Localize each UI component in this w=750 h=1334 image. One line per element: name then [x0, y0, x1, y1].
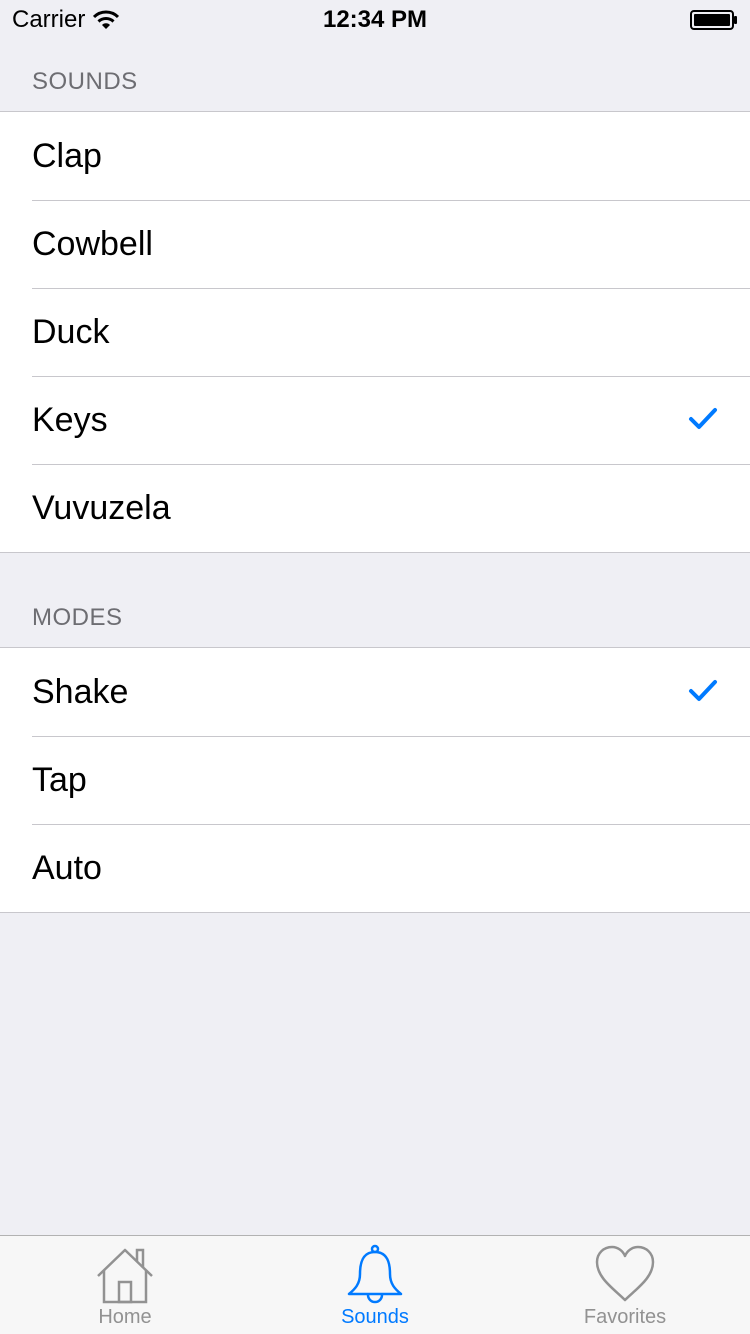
sounds-group: Clap Cowbell Duck Keys Vuvuzela	[0, 111, 750, 553]
row-label: Vuvuzela	[32, 488, 171, 527]
row-label: Shake	[32, 672, 129, 711]
sound-row-keys[interactable]: Keys	[0, 376, 750, 464]
status-time: 12:34 PM	[322, 6, 428, 33]
tab-label: Sounds	[341, 1306, 409, 1328]
sound-row-clap[interactable]: Clap	[0, 112, 750, 200]
tab-label: Home	[98, 1306, 152, 1328]
sound-row-cowbell[interactable]: Cowbell	[0, 200, 750, 288]
tab-sounds[interactable]: Sounds	[250, 1236, 500, 1334]
tab-home[interactable]: Home	[0, 1236, 250, 1334]
bell-icon	[347, 1244, 403, 1304]
modes-section-header: MODES	[32, 604, 123, 631]
row-label: Duck	[32, 312, 110, 351]
row-label: Cowbell	[32, 224, 153, 263]
sound-row-vuvuzela[interactable]: Vuvuzela	[0, 464, 750, 552]
mode-row-shake[interactable]: Shake	[0, 648, 750, 736]
row-label: Auto	[32, 848, 102, 887]
sound-row-duck[interactable]: Duck	[0, 288, 750, 376]
checkmark-icon	[689, 408, 717, 429]
tab-bar: Home Sounds Favorites	[0, 1235, 750, 1334]
row-label: Tap	[32, 760, 87, 799]
checkmark-icon	[689, 680, 717, 701]
home-icon	[97, 1248, 153, 1304]
tab-favorites[interactable]: Favorites	[500, 1236, 750, 1334]
mode-row-auto[interactable]: Auto	[0, 824, 750, 912]
modes-group: Shake Tap Auto	[0, 647, 750, 913]
mode-row-tap[interactable]: Tap	[0, 736, 750, 824]
row-label: Clap	[32, 136, 102, 175]
status-bar: Carrier 12:34 PM	[0, 0, 750, 40]
heart-icon	[595, 1245, 655, 1302]
tab-label: Favorites	[583, 1306, 667, 1328]
row-label: Keys	[32, 400, 108, 439]
sounds-section-header: SOUNDS	[32, 68, 138, 95]
battery-icon	[690, 10, 737, 30]
